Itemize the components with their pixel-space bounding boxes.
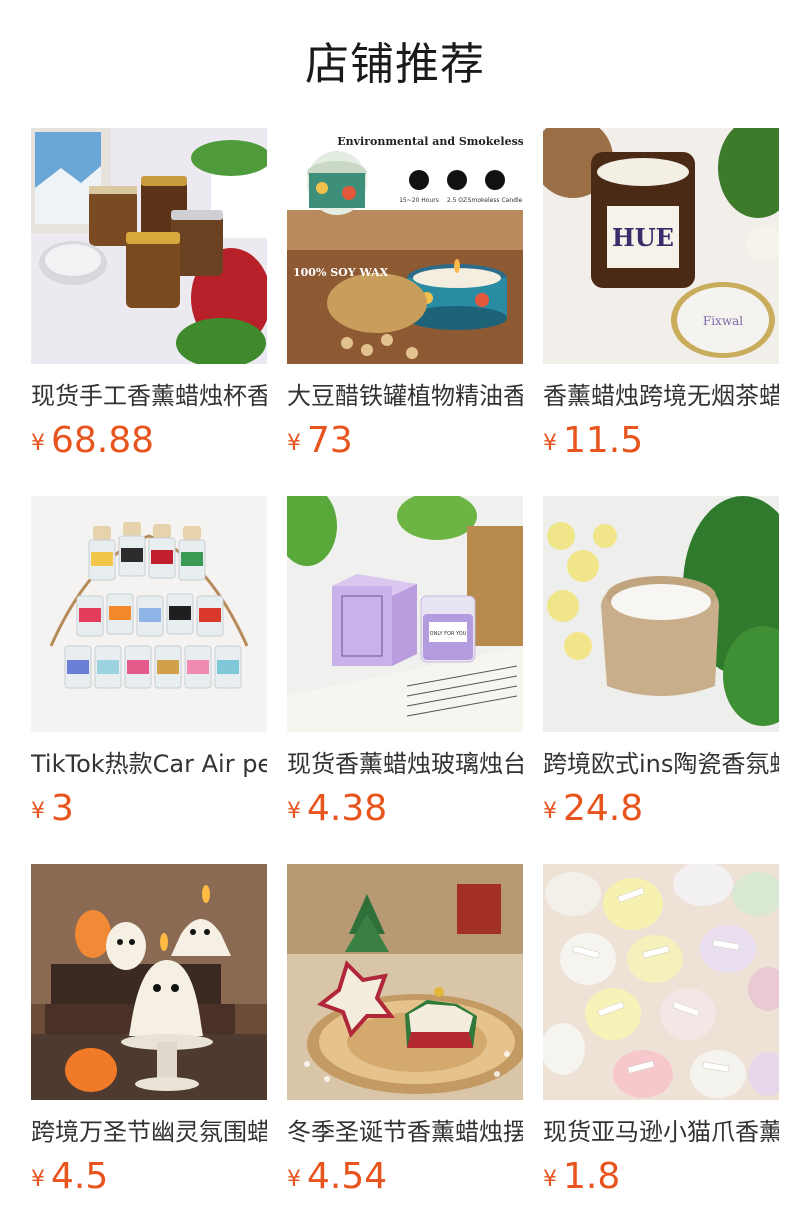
currency-symbol: ¥: [287, 1167, 301, 1192]
product-image[interactable]: Environmental and Smokeless Candles 15~2…: [287, 128, 523, 364]
product-price: ¥73: [287, 420, 523, 462]
currency-symbol: ¥: [543, 799, 557, 824]
product-image[interactable]: [543, 496, 779, 732]
product-card[interactable]: 跨境欧式ins陶瓷香氛蜡烛 ¥24.8: [543, 496, 779, 830]
price-value: 4.38: [307, 788, 388, 829]
product-price: ¥68.88: [31, 420, 267, 462]
svg-text:HUE: HUE: [612, 223, 674, 252]
svg-text:Smokeless Candle: Smokeless Candle: [468, 197, 523, 204]
product-name[interactable]: 冬季圣诞节香薰蜡烛摆件: [287, 1114, 523, 1150]
product-name[interactable]: 香薰蜡烛跨境无烟茶蜡: [543, 378, 779, 414]
currency-symbol: ¥: [31, 1167, 45, 1192]
price-value: 24.8: [563, 788, 644, 829]
product-card[interactable]: 现货亚马逊小猫爪香薰蜡烛 ¥1.8: [543, 864, 779, 1198]
product-price: ¥4.38: [287, 788, 523, 830]
price-value: 73: [307, 420, 353, 461]
product-price: ¥1.8: [543, 1156, 779, 1198]
product-name[interactable]: 跨境万圣节幽灵氛围蜡烛: [31, 1114, 267, 1150]
price-value: 11.5: [563, 420, 644, 461]
car-perfume-bottles-image: [31, 496, 267, 732]
price-value: 4.54: [307, 1156, 388, 1197]
product-card[interactable]: 冬季圣诞节香薰蜡烛摆件 ¥4.54: [287, 864, 523, 1198]
product-card[interactable]: Environmental and Smokeless Candles 15~2…: [287, 128, 523, 462]
product-price: ¥3: [31, 788, 267, 830]
price-value: 68.88: [51, 420, 155, 461]
price-value: 3: [51, 788, 74, 829]
svg-text:15~20 Hours: 15~20 Hours: [399, 197, 439, 204]
svg-text:Fixwal: Fixwal: [703, 314, 743, 328]
product-card[interactable]: HUE Fixwal 香薰蜡烛跨境无烟茶蜡 ¥11.5: [543, 128, 779, 462]
product-name[interactable]: 现货香薰蜡烛玻璃烛台: [287, 746, 523, 782]
svg-text:ONLY FOR YOU: ONLY FOR YOU: [430, 631, 467, 637]
product-card[interactable]: ONLY FOR YOU 现货香薰蜡烛玻璃烛台 ¥4.38: [287, 496, 523, 830]
image-badge: 100% SOY WAX: [293, 266, 389, 279]
product-price: ¥4.5: [31, 1156, 267, 1198]
product-image[interactable]: [31, 864, 267, 1100]
hue-candle-jar-image: HUE Fixwal: [543, 128, 779, 364]
product-price: ¥4.54: [287, 1156, 523, 1198]
product-image[interactable]: ONLY FOR YOU: [287, 496, 523, 732]
product-image[interactable]: [543, 864, 779, 1100]
christmas-star-candles-image: [287, 864, 523, 1100]
product-card[interactable]: 跨境万圣节幽灵氛围蜡烛 ¥4.5: [31, 864, 267, 1198]
currency-symbol: ¥: [543, 431, 557, 456]
product-name[interactable]: 现货手工香薰蜡烛杯香氛: [31, 378, 267, 414]
product-name[interactable]: TikTok热款Car Air perfume: [31, 746, 267, 782]
currency-symbol: ¥: [543, 1167, 557, 1192]
product-card[interactable]: TikTok热款Car Air perfume ¥3: [31, 496, 267, 830]
price-value: 1.8: [563, 1156, 621, 1197]
ceramic-cup-candle-image: [543, 496, 779, 732]
product-name[interactable]: 现货亚马逊小猫爪香薰蜡烛: [543, 1114, 779, 1150]
product-price: ¥24.8: [543, 788, 779, 830]
currency-symbol: ¥: [31, 431, 45, 456]
product-image[interactable]: [287, 864, 523, 1100]
amber-jar-candles-image: [31, 128, 267, 364]
ghost-halloween-candles-image: [31, 864, 267, 1100]
product-price: ¥11.5: [543, 420, 779, 462]
soy-wax-tin-candle-image: Environmental and Smokeless Candles 15~2…: [287, 128, 523, 364]
product-name[interactable]: 大豆醋铁罐植物精油香薰: [287, 378, 523, 414]
currency-symbol: ¥: [287, 799, 301, 824]
page-title: 店铺推荐: [305, 39, 485, 90]
product-card[interactable]: 现货手工香薰蜡烛杯香氛 ¥68.88: [31, 128, 267, 462]
svg-text:2.5 OZ: 2.5 OZ: [447, 197, 467, 204]
cat-paw-candles-image: [543, 864, 779, 1100]
product-image[interactable]: [31, 128, 267, 364]
price-value: 4.5: [51, 1156, 109, 1197]
image-heading-1: Environmental and Smokeless Candles: [337, 135, 523, 148]
currency-symbol: ¥: [31, 799, 45, 824]
product-name[interactable]: 跨境欧式ins陶瓷香氛蜡烛: [543, 746, 779, 782]
glass-candle-purple-box-image: ONLY FOR YOU: [287, 496, 523, 732]
currency-symbol: ¥: [287, 431, 301, 456]
product-image[interactable]: HUE Fixwal: [543, 128, 779, 364]
product-image[interactable]: [31, 496, 267, 732]
